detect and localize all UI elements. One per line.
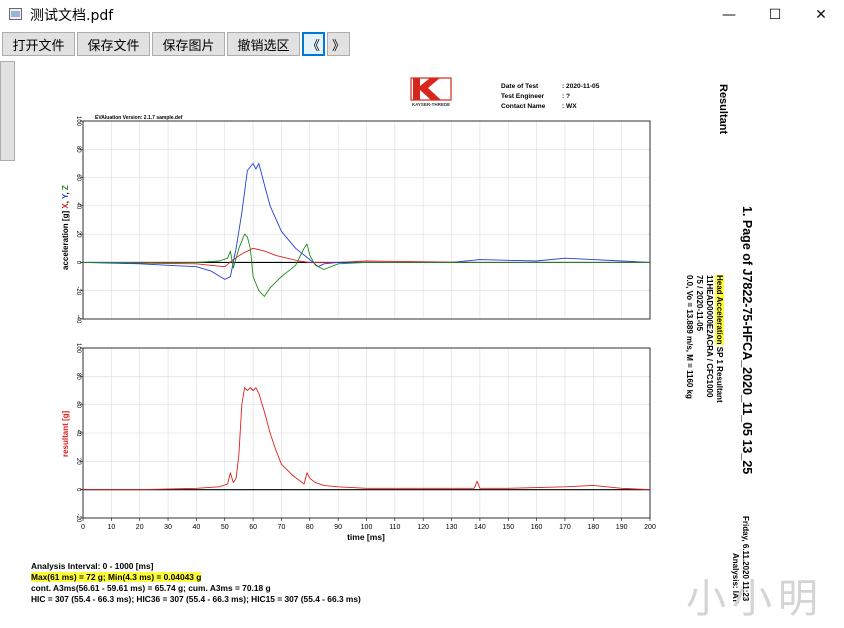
- y-tick-label: 20: [75, 231, 81, 238]
- engineer-value: : ?: [562, 93, 570, 100]
- max-min-values: Max(61 ms) = 72 g; Min(4.3 ms) = 0.04043…: [31, 572, 202, 582]
- y-tick-label: 40: [75, 430, 81, 437]
- x-tick-label: 150: [502, 524, 514, 531]
- kayser-threde-logo: KAYSER-THREDE: [410, 77, 452, 107]
- time-xlabel: time [ms]: [347, 532, 385, 542]
- close-icon: ✕: [815, 7, 827, 23]
- logo-text: KAYSER-THREDE: [412, 102, 450, 107]
- acceleration-plot: -40 -20 0 20 40 60 80 100 acceleration [g] X, Y…: [61, 116, 651, 324]
- y-tick-label: 100: [75, 343, 81, 354]
- y-tick-label: 80: [75, 373, 81, 380]
- y-tick-label: -20: [75, 286, 81, 295]
- next-page-button[interactable]: 》: [327, 32, 350, 56]
- maximize-button[interactable]: ☐: [752, 0, 798, 30]
- x-tick-label: 0: [81, 524, 85, 531]
- channel-code: 11HEAD0000E2ACRA / CFC1000: [705, 275, 714, 398]
- x-tick-label: 110: [389, 524, 400, 531]
- y-tick-label: 100: [75, 116, 81, 127]
- resultant-grid: [82, 347, 651, 519]
- x-tick-label: 200: [644, 524, 656, 531]
- channel-suffix: SP 1 Resultant: [715, 344, 724, 403]
- contact-label: Contact Name: [501, 103, 546, 110]
- close-button[interactable]: ✕: [798, 0, 844, 30]
- y-tick-label: 20: [75, 458, 81, 465]
- title-bar: 测试文档.pdf — ☐ ✕: [0, 0, 844, 30]
- open-file-button[interactable]: 打开文件: [2, 32, 75, 56]
- window-title: 测试文档.pdf: [30, 8, 114, 24]
- eval-version: EVAluation Version: 2.1.7 sample.def: [95, 115, 183, 121]
- minimize-button[interactable]: —: [706, 0, 752, 30]
- channel-highlight: Head Acceleration: [715, 275, 724, 345]
- x-tick-label: 40: [193, 524, 201, 531]
- date-label: Date of Test: [501, 83, 539, 90]
- acceleration-y-ticks: -40 -20 0 20 40 60 80 100: [75, 116, 83, 324]
- app-icon: [9, 8, 22, 20]
- channel-name: Head Acceleration SP 1 Resultant: [715, 275, 724, 403]
- resultant-y-ticks: -20 0 20 40 60 80 100: [75, 343, 83, 523]
- legend-z: Z: [61, 185, 70, 190]
- toolbar: 打开文件 保存文件 保存图片 撤销选区 《 》: [0, 31, 844, 57]
- resultant-plot: -20020406080100 0 10 20 30 40 50 60 70 80 90 100 11…: [61, 343, 656, 542]
- hic-values: HIC = 307 (55.4 - 66.3 ms); HIC36 = 307 …: [31, 594, 361, 604]
- x-tick-label: 30: [164, 524, 172, 531]
- y-tick-label: 60: [75, 401, 81, 408]
- resultant-ylabel: resultant [g]: [61, 410, 70, 457]
- x-tick-label: 140: [474, 524, 486, 531]
- x-tick-label: 160: [531, 524, 543, 531]
- test-date: 75 / 2020-11-05: [695, 275, 704, 332]
- x-tick-label: 80: [306, 524, 314, 531]
- y-tick-label: 40: [75, 203, 81, 210]
- x-tick-label: 50: [221, 524, 229, 531]
- test-info: Date of Test : 2020-11-05 Test Engineer …: [501, 83, 600, 110]
- engineer-label: Test Engineer: [501, 93, 545, 100]
- save-image-button[interactable]: 保存图片: [152, 32, 225, 56]
- date-value: : 2020-11-05: [562, 83, 600, 90]
- y-tick-label: 0: [75, 488, 81, 492]
- x-tick-label: 100: [361, 524, 373, 531]
- x-tick-label: 70: [278, 524, 286, 531]
- x-tick-label: 130: [446, 524, 458, 531]
- resultant-x-ticks: 0 10 20 30 40 50 60 70 80 90 100 110 120 130 140 150 160…: [81, 518, 656, 531]
- a3ms-values: cont. A3ms(56.61 - 59.61 ms) = 65.74 g; …: [31, 583, 271, 593]
- x-tick-label: 180: [587, 524, 599, 531]
- x-tick-label: 90: [334, 524, 342, 531]
- maximize-icon: ☐: [768, 7, 782, 23]
- acceleration-ylabel: acceleration [g] X, Y, Z: [61, 185, 70, 270]
- y-tick-label: 80: [75, 146, 81, 153]
- x-tick-label: 10: [107, 524, 115, 531]
- acceleration-grid: [82, 120, 651, 320]
- minimize-icon: —: [722, 7, 736, 23]
- y-tick-label: -40: [75, 315, 81, 324]
- page-title: 1. Page of J7822-75-HFCA_2020_11_05 13_2…: [740, 206, 754, 475]
- prev-page-button[interactable]: 《: [302, 32, 325, 56]
- y-tick-label: 60: [75, 174, 81, 181]
- undo-selection-button[interactable]: 撤销选区: [227, 32, 300, 56]
- x-tick-label: 120: [417, 524, 429, 531]
- watermark: 小小明: [686, 576, 824, 622]
- velocity-info: 0.0, Vo = 13.889 m/s, M = 1160 kg: [685, 275, 694, 399]
- x-tick-label: 60: [249, 524, 257, 531]
- y-tick-label: 0: [75, 261, 81, 265]
- save-file-button[interactable]: 保存文件: [77, 32, 150, 56]
- x-tick-label: 190: [616, 524, 628, 531]
- analysis-summary: Analysis Interval: 0 - 1000 [ms] Max(61 …: [31, 561, 361, 605]
- contact-value: : WX: [562, 103, 577, 110]
- x-tick-label: 170: [559, 524, 571, 531]
- resultant-title: Resultant: [717, 84, 729, 135]
- x-tick-label: 20: [136, 524, 144, 531]
- analysis-interval: Analysis Interval: 0 - 1000 [ms]: [31, 561, 154, 571]
- y-tick-label: -20: [75, 514, 81, 523]
